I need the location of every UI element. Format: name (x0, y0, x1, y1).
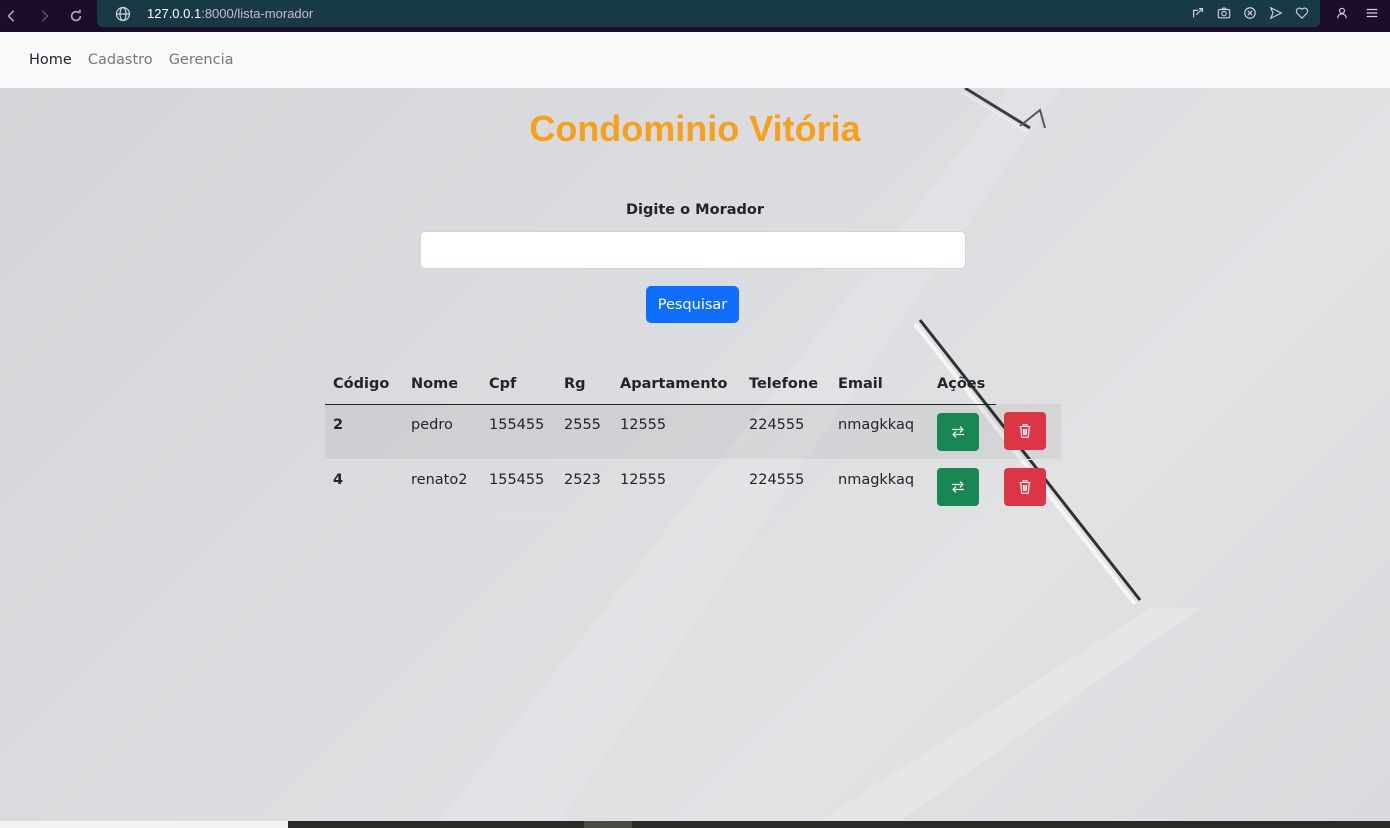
cell-cpf: 155455 (489, 471, 545, 488)
cell-email: nmagkkaq (838, 416, 915, 433)
arrow-left-right-icon (952, 425, 964, 438)
back-icon[interactable] (0, 3, 28, 29)
share-icon[interactable] (1190, 5, 1206, 21)
search-input[interactable] (420, 231, 966, 269)
menu-icon[interactable] (1364, 5, 1380, 21)
nav-home[interactable]: Home (29, 52, 72, 68)
reload-icon[interactable] (60, 3, 92, 29)
table-row: 4 renato2 155455 2523 12555 224555 nmagk… (325, 459, 1061, 514)
nav-gerencia[interactable]: Gerencia (169, 52, 234, 68)
header-spacer (996, 364, 1061, 404)
arrow-left-right-icon (952, 480, 964, 493)
search-button[interactable]: Pesquisar (646, 286, 739, 323)
heart-icon[interactable] (1294, 5, 1310, 21)
cell-edit-action (929, 404, 996, 459)
taskbar-app-button[interactable] (584, 821, 632, 828)
delete-button[interactable] (1004, 467, 1046, 506)
header-rg: Rg (556, 364, 612, 405)
header-cpf: Cpf (481, 364, 556, 405)
cell-codigo: 4 (333, 471, 344, 488)
os-taskbar (0, 821, 1390, 828)
url-path: :8000/lista-morador (201, 6, 314, 21)
edit-button[interactable] (937, 467, 979, 506)
cell-codigo: 2 (333, 416, 344, 433)
cell-cpf: 155455 (489, 416, 545, 433)
header-acoes: Ações (929, 364, 996, 405)
search-label: Digite o Morador (626, 202, 764, 218)
globe-icon (115, 6, 131, 22)
profile-icon[interactable] (1334, 5, 1350, 21)
table-header-row: Código Nome Cpf Rg Apartamento Telefone … (325, 364, 1061, 405)
residents-table: Código Nome Cpf Rg Apartamento Telefone … (325, 364, 1061, 515)
cell-rg: 2523 (564, 471, 601, 488)
cell-nome: renato2 (411, 471, 468, 488)
send-icon[interactable] (1268, 5, 1284, 21)
cell-apartamento: 12555 (620, 471, 667, 488)
header-apartamento: Apartamento (612, 364, 741, 405)
cell-apartamento: 12555 (620, 416, 667, 433)
trash-icon (1019, 424, 1031, 438)
header-telefone: Telefone (741, 364, 830, 405)
header-codigo: Código (325, 364, 403, 405)
table-row: 2 pedro 155455 2555 12555 224555 nmagkka… (325, 404, 1061, 459)
url-host: 127.0.0.1 (147, 6, 202, 21)
cell-delete-action (996, 404, 1061, 459)
cell-nome: pedro (411, 416, 453, 433)
cell-telefone: 224555 (749, 416, 805, 433)
header-email: Email (830, 364, 929, 405)
header-nome: Nome (403, 364, 481, 405)
camera-icon[interactable] (1216, 5, 1232, 21)
blocker-icon[interactable] (1242, 5, 1258, 21)
cell-telefone: 224555 (749, 471, 805, 488)
browser-toolbar: 127.0.0.1:8000/lista-morador (0, 0, 1390, 32)
address-bar[interactable]: 127.0.0.1:8000/lista-morador (97, 0, 1320, 27)
delete-button[interactable] (1004, 412, 1046, 450)
forward-icon[interactable] (28, 3, 60, 29)
cell-edit-action (929, 459, 996, 514)
site-navbar: Home Cadastro Gerencia (0, 32, 1390, 88)
cell-email: nmagkkaq (838, 471, 915, 488)
nav-cadastro[interactable]: Cadastro (88, 52, 153, 68)
edit-button[interactable] (937, 412, 979, 451)
trash-icon (1019, 479, 1031, 494)
cell-delete-action (996, 459, 1061, 514)
page-title: Condominio Vitória (529, 108, 861, 149)
cell-rg: 2555 (564, 416, 601, 433)
taskbar-search-box[interactable] (0, 821, 288, 828)
